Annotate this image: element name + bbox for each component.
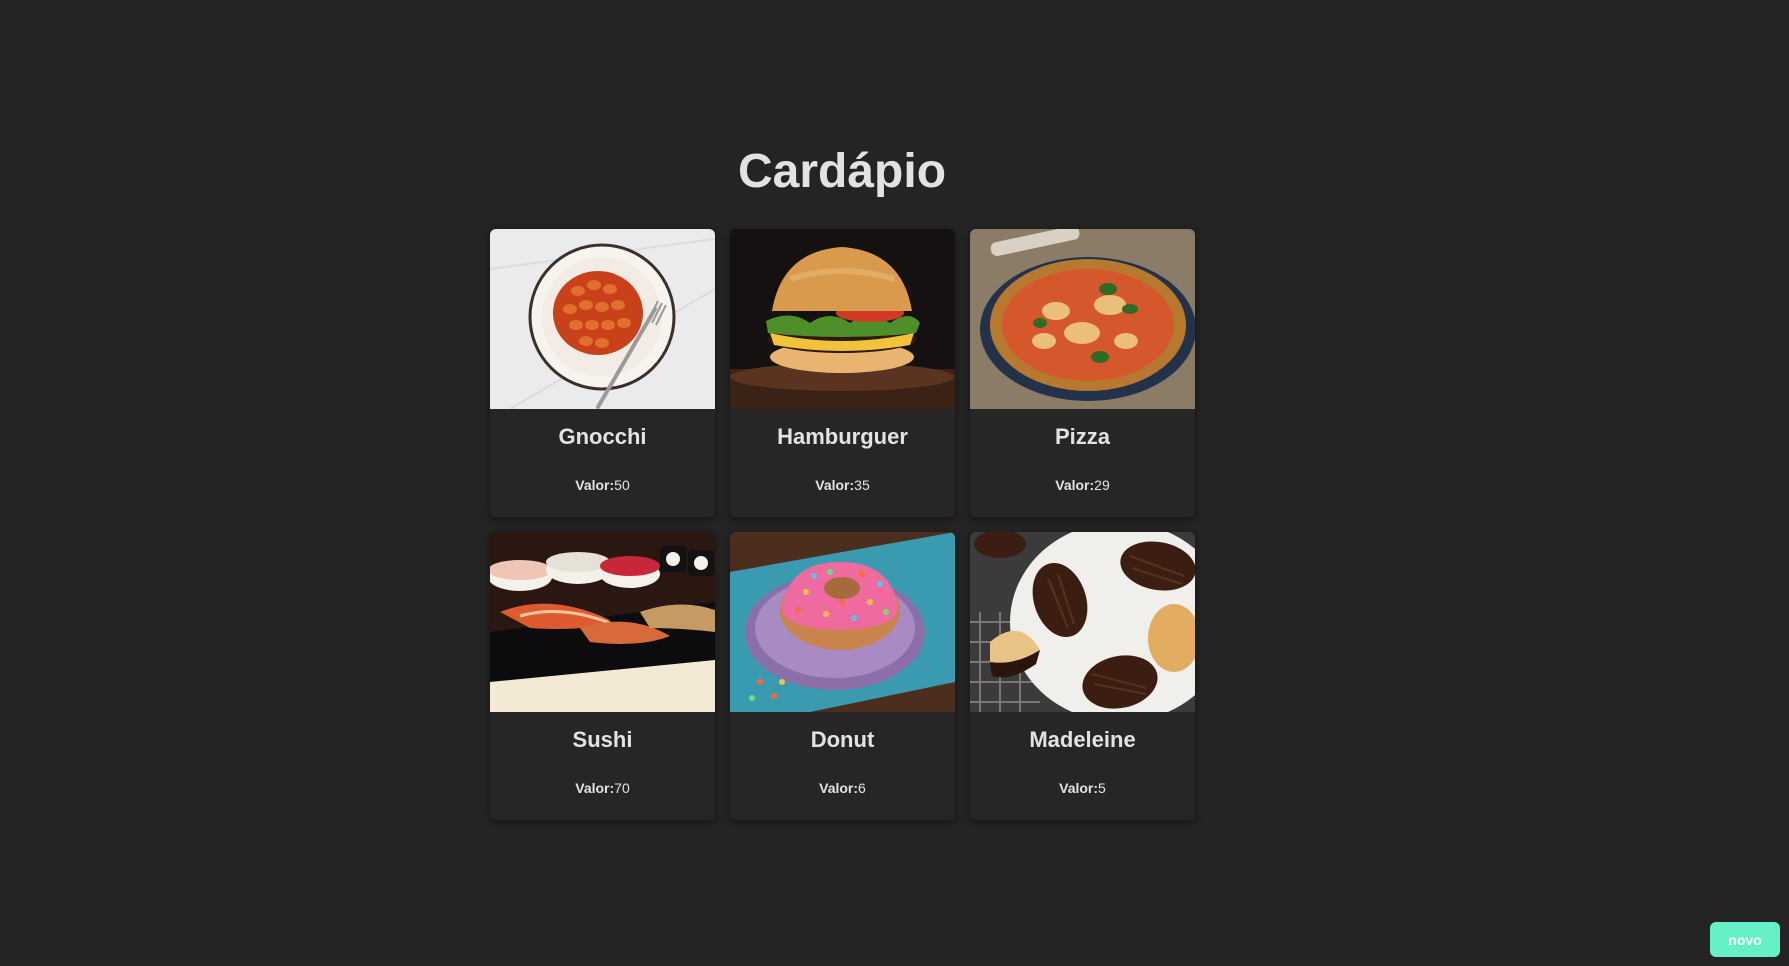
item-name: Gnocchi: [558, 424, 647, 449]
price-label: Valor:: [575, 780, 615, 796]
sushi-image: [490, 532, 715, 712]
item-price: Valor:6: [819, 779, 866, 797]
price-value: 50: [614, 477, 630, 493]
price-label: Valor:: [575, 477, 615, 493]
item-price: Valor:29: [1055, 476, 1109, 494]
price-value: 6: [858, 780, 866, 796]
item-price: Valor:50: [575, 476, 629, 494]
menu-card[interactable]: Donut Valor:6: [730, 532, 955, 820]
item-name: Madeleine: [1029, 727, 1136, 752]
item-name: Sushi: [572, 727, 633, 752]
item-name: Pizza: [1054, 424, 1111, 449]
menu-card[interactable]: Madeleine Valor:5: [970, 532, 1195, 820]
item-name: Hamburguer: [777, 424, 908, 449]
price-label: Valor:: [1059, 780, 1099, 796]
price-value: 5: [1098, 780, 1106, 796]
item-name: Donut: [810, 727, 875, 752]
menu-grid: Gnocchi Valor:50 Hamburguer Valor:35 Piz…: [490, 229, 1195, 820]
donut-image: [730, 532, 955, 712]
item-price: Valor:5: [1059, 779, 1106, 797]
page-title: Cardápio: [737, 145, 947, 198]
gnocchi-plate-image: [490, 229, 715, 409]
price-value: 35: [854, 477, 870, 493]
menu-card[interactable]: Pizza Valor:29: [970, 229, 1195, 517]
price-label: Valor:: [815, 477, 855, 493]
app-root: Cardápio Gnocchi Valor:50 Hamburguer Val…: [0, 0, 1789, 966]
new-item-button[interactable]: novo: [1710, 922, 1780, 957]
price-value: 70: [614, 780, 630, 796]
menu-card[interactable]: Sushi Valor:70: [490, 532, 715, 820]
item-price: Valor:70: [575, 779, 629, 797]
pizza-image: [970, 229, 1195, 409]
price-label: Valor:: [819, 780, 859, 796]
item-price: Valor:35: [815, 476, 869, 494]
madeleine-image: [970, 532, 1195, 712]
hamburger-image: [730, 229, 955, 409]
price-label: Valor:: [1055, 477, 1095, 493]
menu-card[interactable]: Hamburguer Valor:35: [730, 229, 955, 517]
price-value: 29: [1094, 477, 1110, 493]
menu-card[interactable]: Gnocchi Valor:50: [490, 229, 715, 517]
